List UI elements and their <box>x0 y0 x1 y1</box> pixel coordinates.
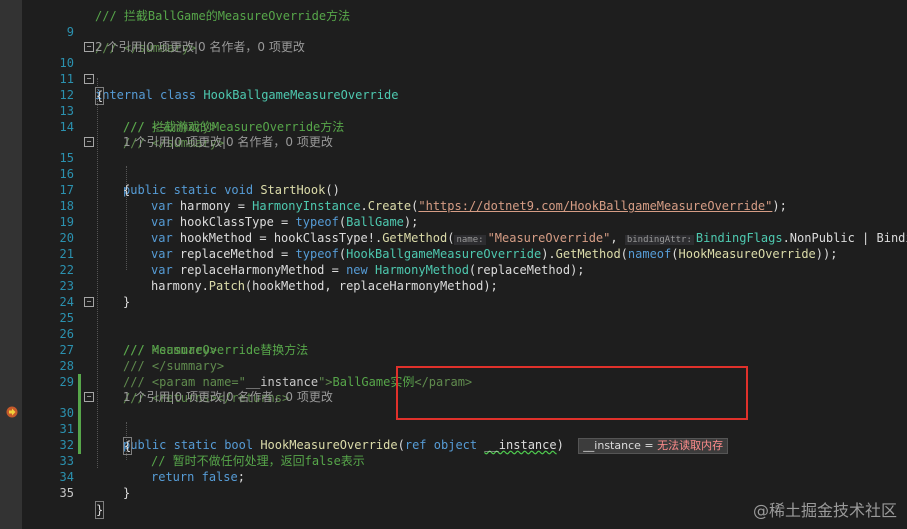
parameter-instance[interactable]: __instance <box>484 438 556 452</box>
code-line-11[interactable]: 11 { <box>0 55 105 105</box>
code-line-25[interactable]: 25 − /// <summary> <box>0 294 217 357</box>
codelens-references[interactable]: 1 个引用|0 项更改|0 名作者，0 项更改 <box>0 118 333 149</box>
code-line-35[interactable]: 35 } <box>0 469 105 519</box>
code-line-20[interactable]: 20 var replaceMethod = typeof(HookBallga… <box>0 214 838 261</box>
inlay-hint: bindingAttr: <box>624 235 694 245</box>
inlay-hint: name: <box>454 235 486 245</box>
code-line-23[interactable]: 23 } <box>0 262 131 309</box>
code-line-19[interactable]: 19 var hookMethod = hookClassType!.GetMe… <box>0 198 907 245</box>
code-line-31[interactable]: 31 { <box>0 405 133 455</box>
code-line-14[interactable]: 14 /// </summary> <box>0 103 225 150</box>
code-line-17[interactable]: 17 var harmony = HarmonyInstance.Create(… <box>0 166 787 213</box>
datatip[interactable]: __instance = 无法读取内存 <box>578 438 729 454</box>
code-line-10[interactable]: 10 − internal class HookBallgameMeasureO… <box>0 39 398 102</box>
code-line-24[interactable]: 24 <box>0 278 74 309</box>
code-line-29[interactable]: 29 /// <returns></returns> <box>0 358 290 405</box>
highlight-annotation-box <box>396 366 748 420</box>
codelens-references[interactable]: 1 个引用|0 项更改|0 名作者，0 项更改 <box>0 373 333 404</box>
code-line-15[interactable]: 15 − public static void StartHook() <box>0 134 340 197</box>
code-line-27[interactable]: 27 /// </summary> <box>0 326 225 373</box>
code-line-28[interactable]: 28 /// <param name="__instance">BallGame… <box>0 342 473 389</box>
code-line-26[interactable]: 26 /// MeasureOverride替换方法 <box>0 310 309 357</box>
collapse-icon[interactable]: − <box>84 74 94 84</box>
code-line-32[interactable]: 32 // 暂时不做任何处理，返回false表示 <box>0 421 365 468</box>
code-line-30[interactable]: 30 − public static bool HookMeasureOverr… <box>0 389 729 454</box>
code-line-33[interactable]: 33 return false; <box>0 437 245 484</box>
codelens-references[interactable]: 2 个引用|0 项更改|0 名作者，0 项更改 <box>0 23 305 54</box>
indent-guide <box>97 78 99 468</box>
code-line-12[interactable]: 12 − /// <summary> <box>0 71 217 134</box>
change-indicator <box>78 374 81 454</box>
code-line-13[interactable]: 13 /// 拦截游戏的MeasureOverride方法 <box>0 87 345 134</box>
code-line-22[interactable]: 22 harmony.Patch(hookMethod, replaceHarm… <box>0 246 498 293</box>
collapse-icon[interactable]: − <box>84 137 94 147</box>
code-line-9[interactable]: 9 /// </summary> <box>0 8 196 55</box>
code-line-8[interactable]: /// 拦截BallGame的MeasureOverride方法 <box>0 0 350 23</box>
collapse-icon[interactable]: − <box>84 392 94 402</box>
collapse-icon[interactable]: − <box>84 297 94 307</box>
url-link[interactable]: "https://dotnet9.com/HookBallgameMeasure… <box>418 199 772 213</box>
code-line-18[interactable]: 18 var hookClassType = typeof(BallGame); <box>0 182 419 229</box>
collapse-icon[interactable]: − <box>84 42 94 52</box>
code-line-34[interactable]: 34 } <box>0 453 131 500</box>
code-line-16[interactable]: 16 { <box>0 150 131 197</box>
code-line-21[interactable]: 21 var replaceHarmonyMethod = new Harmon… <box>0 230 585 277</box>
watermark: @稀土掘金技术社区 <box>752 501 897 520</box>
